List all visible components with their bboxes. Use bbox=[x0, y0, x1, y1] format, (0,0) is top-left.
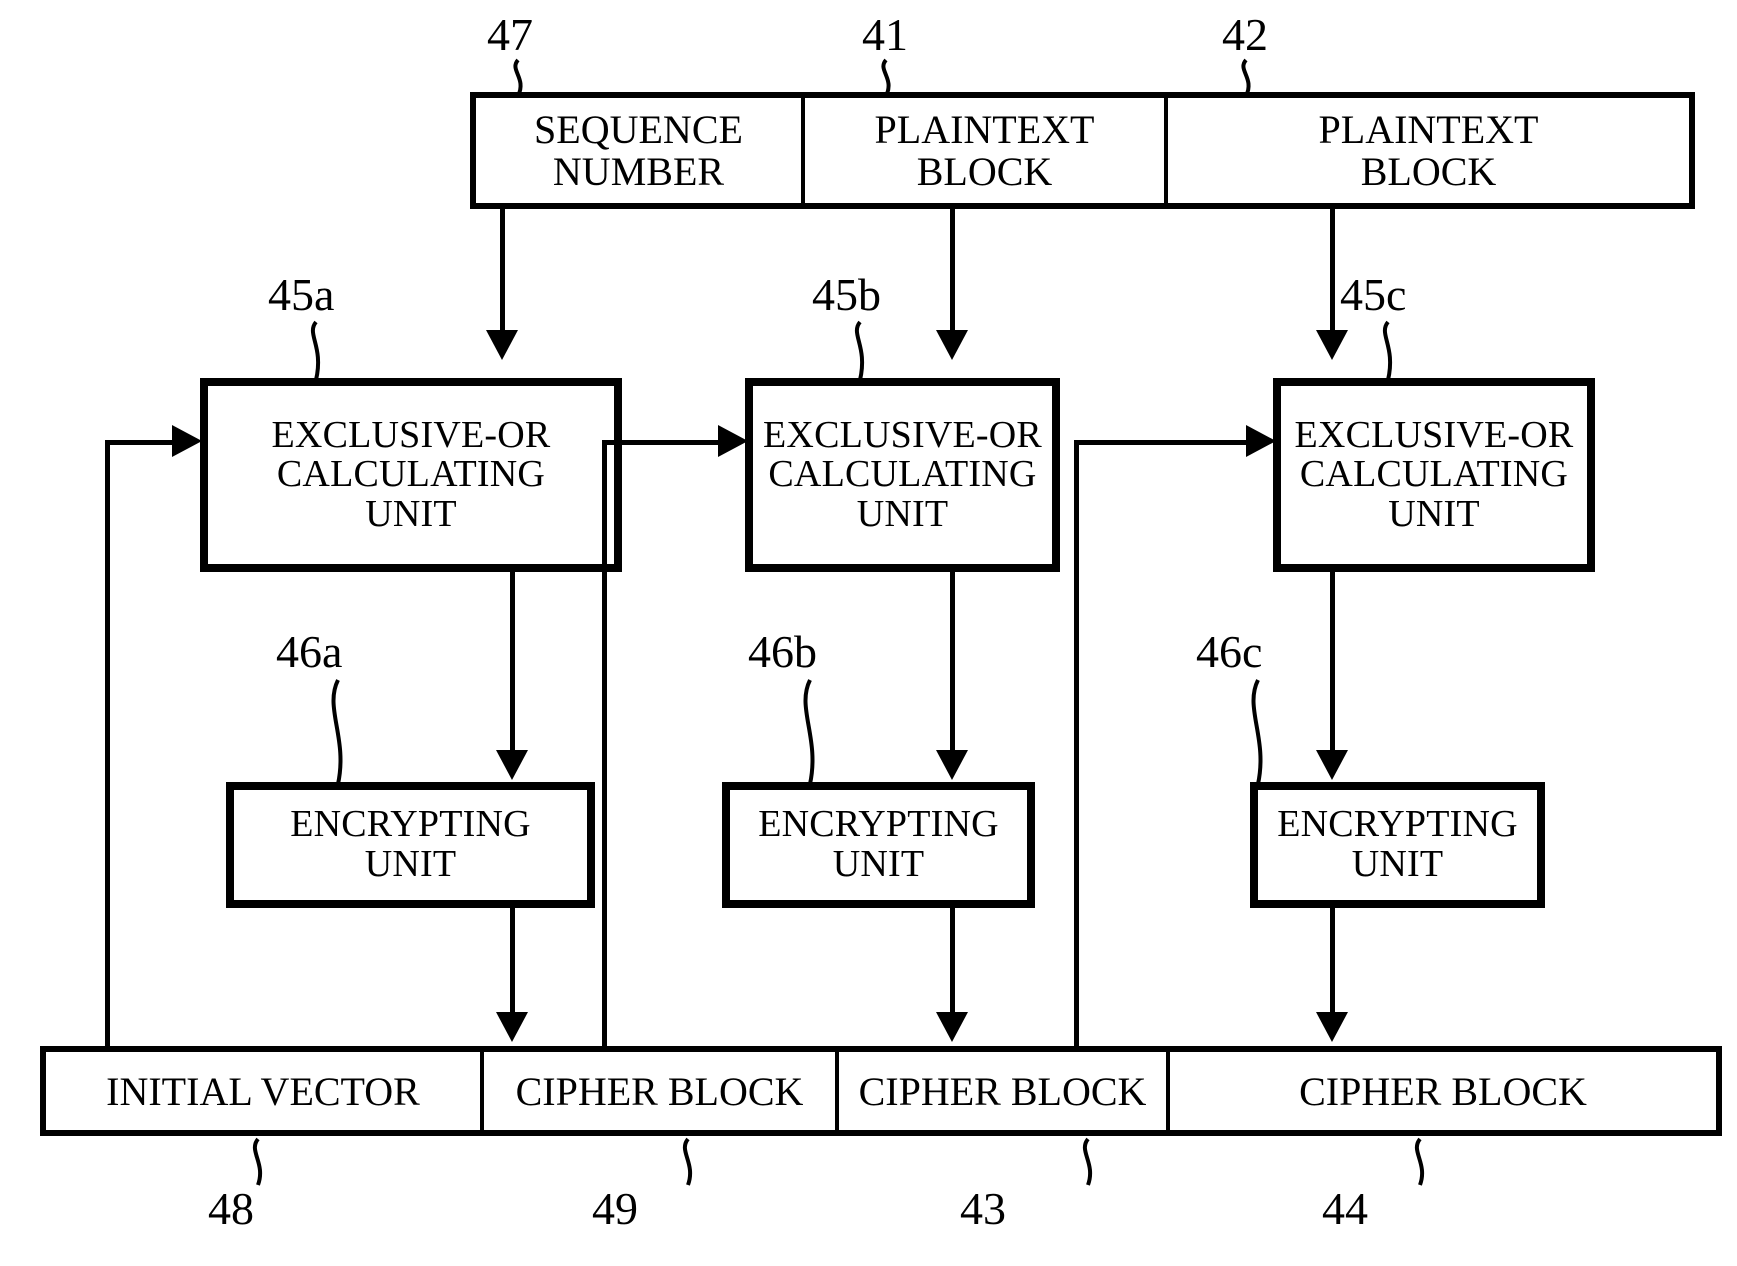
ref-numeral-44: 44 bbox=[1322, 1183, 1368, 1234]
encrypting-46c-line1: ENCRYPTING bbox=[1277, 803, 1518, 846]
xor-45c-line2: CALCULATING bbox=[1299, 453, 1569, 496]
feedback-cipher49-vertical bbox=[602, 440, 607, 1048]
lead-line-46a bbox=[331, 679, 343, 785]
encrypting-46a-line1: ENCRYPTING bbox=[290, 803, 531, 846]
arrowhead-encrypting-a-to-cipher-49 bbox=[496, 1012, 528, 1042]
ref-numeral-45b: 45b bbox=[812, 269, 881, 320]
feedback-initial-vector-vertical bbox=[105, 440, 110, 1048]
arrowhead-encrypting-c-to-cipher-44 bbox=[1316, 1012, 1348, 1042]
plaintext-block-41-label-line2: BLOCK bbox=[916, 148, 1053, 194]
initial-vector-label: INITIAL VECTOR bbox=[106, 1068, 420, 1114]
connector-plaintext41-to-xor-b bbox=[950, 209, 955, 332]
feedback-initial-vector-horizontal bbox=[105, 440, 175, 445]
plaintext-block-cell-41[interactable]: PLAINTEXT BLOCK bbox=[805, 98, 1168, 203]
connector-sequence-to-xor-a bbox=[500, 209, 505, 332]
xor-45a-line1: EXCLUSIVE-OR bbox=[271, 413, 551, 456]
encrypting-46b-line1: ENCRYPTING bbox=[758, 803, 999, 846]
connector-encrypting-a-to-cipher-49 bbox=[510, 908, 515, 1014]
bottom-row-bar: INITIAL VECTOR CIPHER BLOCK CIPHER BLOCK… bbox=[40, 1046, 1722, 1136]
connector-xor-a-to-encrypting-a bbox=[510, 572, 515, 752]
feedback-cipher49-horizontal bbox=[602, 440, 720, 445]
encrypting-46b-line2: UNIT bbox=[832, 843, 925, 885]
xor-45b-line1: EXCLUSIVE-OR bbox=[763, 413, 1042, 456]
lead-line-44 bbox=[1414, 1137, 1424, 1186]
lead-line-43 bbox=[1082, 1137, 1092, 1186]
ref-numeral-47: 47 bbox=[487, 9, 533, 60]
ref-numeral-48: 48 bbox=[208, 1183, 254, 1234]
arrowhead-plaintext42-to-xor-c bbox=[1316, 330, 1348, 360]
ref-numeral-45c: 45c bbox=[1340, 269, 1407, 320]
connector-plaintext42-to-xor-c bbox=[1330, 209, 1335, 332]
feedback-cipher43-horizontal bbox=[1074, 440, 1248, 445]
ref-numeral-46b: 46b bbox=[748, 626, 817, 677]
exclusive-or-calculating-unit-45b[interactable]: EXCLUSIVE-OR CALCULATING UNIT bbox=[745, 378, 1060, 572]
lead-line-45b bbox=[854, 320, 865, 381]
arrowhead-xor-a-to-encrypting-a bbox=[496, 750, 528, 780]
lead-line-46b bbox=[803, 679, 815, 785]
ref-numeral-42: 42 bbox=[1222, 9, 1268, 60]
encrypting-46a-line2: UNIT bbox=[364, 843, 457, 885]
xor-45a-line3: UNIT bbox=[365, 492, 457, 535]
xor-45b-line2: CALCULATING bbox=[768, 453, 1037, 496]
figure-canvas: 47 41 42 SEQUENCE NUMBER PLAINTEXT BLOCK… bbox=[0, 0, 1737, 1266]
lead-line-46c bbox=[1251, 679, 1263, 785]
encrypting-unit-46a[interactable]: ENCRYPTING UNIT bbox=[226, 782, 595, 908]
lead-line-45a bbox=[310, 320, 321, 381]
connector-xor-c-to-encrypting-c bbox=[1330, 572, 1335, 752]
sequence-number-cell[interactable]: SEQUENCE NUMBER bbox=[476, 98, 805, 203]
arrowhead-plaintext41-to-xor-b bbox=[936, 330, 968, 360]
cipher-block-cell-44[interactable]: CIPHER BLOCK bbox=[1170, 1052, 1716, 1130]
lead-line-48 bbox=[252, 1137, 262, 1186]
encrypting-unit-46c[interactable]: ENCRYPTING UNIT bbox=[1250, 782, 1545, 908]
ref-numeral-45a: 45a bbox=[268, 269, 335, 320]
encrypting-46c-line2: UNIT bbox=[1351, 843, 1444, 885]
ref-numeral-46c: 46c bbox=[1196, 626, 1263, 677]
arrowhead-cipher43-to-xor-c bbox=[1246, 425, 1276, 457]
encrypting-unit-46b[interactable]: ENCRYPTING UNIT bbox=[722, 782, 1035, 908]
xor-45c-line1: EXCLUSIVE-OR bbox=[1294, 413, 1574, 456]
arrowhead-cipher49-to-xor-b bbox=[718, 425, 748, 457]
ref-numeral-49: 49 bbox=[592, 1183, 638, 1234]
cipher-block-cell-43[interactable]: CIPHER BLOCK bbox=[839, 1052, 1170, 1130]
lead-line-45c bbox=[1382, 320, 1393, 381]
plaintext-block-cell-42[interactable]: PLAINTEXT BLOCK bbox=[1168, 98, 1689, 203]
initial-vector-cell[interactable]: INITIAL VECTOR bbox=[46, 1052, 484, 1130]
cipher-block-43-label: CIPHER BLOCK bbox=[858, 1068, 1147, 1114]
exclusive-or-calculating-unit-45a[interactable]: EXCLUSIVE-OR CALCULATING UNIT bbox=[200, 378, 622, 572]
arrowhead-sequence-to-xor-a bbox=[486, 330, 518, 360]
ref-numeral-46a: 46a bbox=[276, 626, 343, 677]
ref-numeral-41: 41 bbox=[862, 9, 908, 60]
ref-numeral-43: 43 bbox=[960, 1183, 1006, 1234]
arrowhead-xor-b-to-encrypting-b bbox=[936, 750, 968, 780]
sequence-number-label-line1: SEQUENCE bbox=[534, 107, 743, 153]
cipher-block-49-label: CIPHER BLOCK bbox=[515, 1068, 804, 1114]
arrowhead-initial-vector-to-xor-a bbox=[172, 425, 202, 457]
xor-45b-line3: UNIT bbox=[856, 492, 949, 535]
sequence-number-label-line2: NUMBER bbox=[552, 148, 725, 194]
xor-45a-line2: CALCULATING bbox=[276, 453, 546, 496]
feedback-cipher43-vertical bbox=[1074, 440, 1079, 1048]
plaintext-block-42-label-line2: BLOCK bbox=[1360, 148, 1497, 194]
top-row-bar: SEQUENCE NUMBER PLAINTEXT BLOCK PLAINTEX… bbox=[470, 92, 1695, 209]
xor-45c-line3: UNIT bbox=[1388, 492, 1480, 535]
lead-line-49 bbox=[682, 1137, 692, 1186]
arrowhead-encrypting-b-to-cipher-43 bbox=[936, 1012, 968, 1042]
exclusive-or-calculating-unit-45c[interactable]: EXCLUSIVE-OR CALCULATING UNIT bbox=[1273, 378, 1595, 572]
plaintext-block-42-label-line1: PLAINTEXT bbox=[1318, 107, 1539, 153]
cipher-block-cell-49[interactable]: CIPHER BLOCK bbox=[484, 1052, 839, 1130]
connector-encrypting-b-to-cipher-43 bbox=[950, 908, 955, 1014]
arrowhead-xor-c-to-encrypting-c bbox=[1316, 750, 1348, 780]
connector-encrypting-c-to-cipher-44 bbox=[1330, 908, 1335, 1014]
cipher-block-44-label: CIPHER BLOCK bbox=[1299, 1068, 1587, 1114]
connector-xor-b-to-encrypting-b bbox=[950, 572, 955, 752]
plaintext-block-41-label-line1: PLAINTEXT bbox=[874, 107, 1095, 153]
